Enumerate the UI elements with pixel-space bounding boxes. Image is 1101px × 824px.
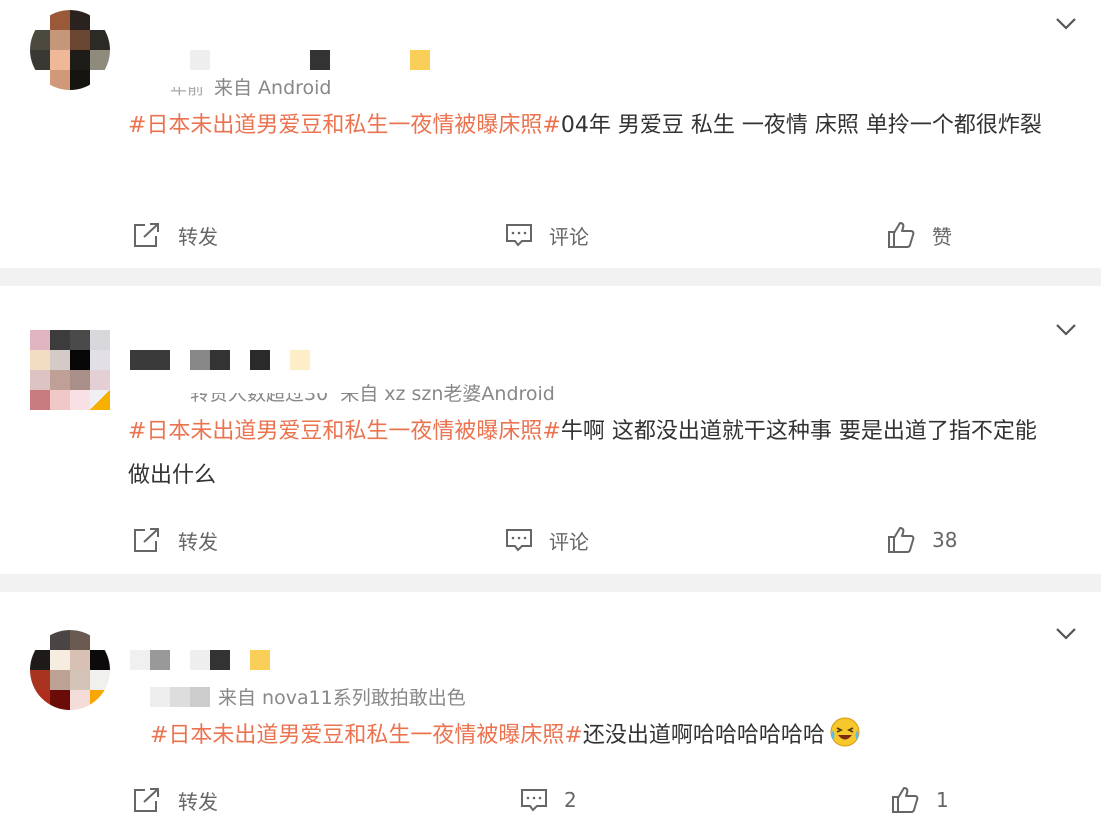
comment-button[interactable]: 评论: [505, 215, 589, 255]
comment-count: 2: [564, 788, 577, 812]
username-blurred[interactable]: [130, 50, 430, 72]
thumbs-up-icon: [888, 527, 915, 553]
thumbs-up-icon: [888, 222, 915, 248]
post-divider: [0, 268, 1101, 286]
repost-button[interactable]: 转发: [132, 520, 218, 560]
topic-link[interactable]: #日本未出道男爱豆和私生一夜情被曝床照#: [128, 419, 561, 444]
like-button[interactable]: 1: [890, 780, 949, 820]
avatar[interactable]: [30, 630, 110, 710]
repost-icon: [134, 788, 159, 812]
like-count: 1: [936, 788, 949, 812]
post-meta: 转赞人数超过30 来自 xz szn老婆Android: [190, 382, 555, 405]
chevron-down-icon[interactable]: [1055, 12, 1077, 34]
comment-icon: [506, 529, 532, 552]
like-button[interactable]: 38: [886, 520, 957, 560]
post-text: 还没出道啊哈哈哈哈哈哈: [582, 723, 825, 748]
username-blurred[interactable]: [130, 650, 280, 672]
post-text: 04年 男爱豆 私生 一夜情 床照 单拎一个都很炸裂: [560, 113, 1042, 138]
repost-label: 转发: [178, 224, 218, 249]
post-content: #日本未出道男爱豆和私生一夜情被曝床照#04年 男爱豆 私生 一夜情 床照 单拎…: [128, 104, 1078, 148]
avatar[interactable]: [30, 330, 110, 410]
action-bar: 转发 2 1: [0, 780, 1101, 820]
post-meta: 来自 nova11系列敢拍敢出色: [150, 686, 466, 710]
comment-button[interactable]: 2: [520, 780, 577, 820]
post-card-2: 转赞人数超过30 来自 xz szn老婆Android #日本未出道男爱豆和私生一…: [0, 286, 1101, 574]
comment-label: 评论: [549, 529, 589, 554]
topic-link[interactable]: #日本未出道男爱豆和私生一夜情被曝床照#: [128, 113, 561, 138]
comment-icon: [521, 789, 547, 812]
avatar[interactable]: [30, 10, 110, 90]
chevron-down-icon[interactable]: [1055, 622, 1077, 644]
chevron-down-icon[interactable]: [1055, 318, 1077, 340]
laughing-crying-emoji: [830, 717, 860, 747]
comment-label: 评论: [549, 224, 589, 249]
thumbs-up-icon: [892, 787, 919, 813]
like-button[interactable]: 赞: [886, 215, 952, 255]
like-count: 38: [932, 528, 958, 552]
like-label: 赞: [932, 224, 952, 249]
post-content: #日本未出道男爱豆和私生一夜情被曝床照#还没出道啊哈哈哈哈哈哈: [150, 714, 1100, 758]
post-divider: [0, 574, 1101, 592]
action-bar: 转发 评论 赞: [0, 215, 1101, 255]
post-meta: 年前 来自 Android: [170, 76, 332, 99]
repost-button[interactable]: 转发: [132, 215, 218, 255]
topic-link[interactable]: #日本未出道男爱豆和私生一夜情被曝床照#: [150, 723, 583, 748]
post-card-3: 来自 nova11系列敢拍敢出色 #日本未出道男爱豆和私生一夜情被曝床照#还没出…: [0, 592, 1101, 824]
repost-button[interactable]: 转发: [132, 780, 218, 820]
username-blurred[interactable]: [130, 350, 330, 372]
comment-button[interactable]: 评论: [505, 520, 589, 560]
post-card-1: 年前 来自 Android #日本未出道男爱豆和私生一夜情被曝床照#04年 男爱豆…: [0, 0, 1101, 268]
post-content: #日本未出道男爱豆和私生一夜情被曝床照#牛啊 这都没出道就干这种事 要是出道了指…: [128, 410, 1058, 498]
repost-label: 转发: [178, 789, 218, 814]
repost-icon: [134, 528, 159, 552]
comment-icon: [506, 224, 532, 247]
action-bar: 转发 评论 38: [0, 520, 1101, 560]
repost-icon: [134, 223, 159, 247]
repost-label: 转发: [178, 529, 218, 554]
